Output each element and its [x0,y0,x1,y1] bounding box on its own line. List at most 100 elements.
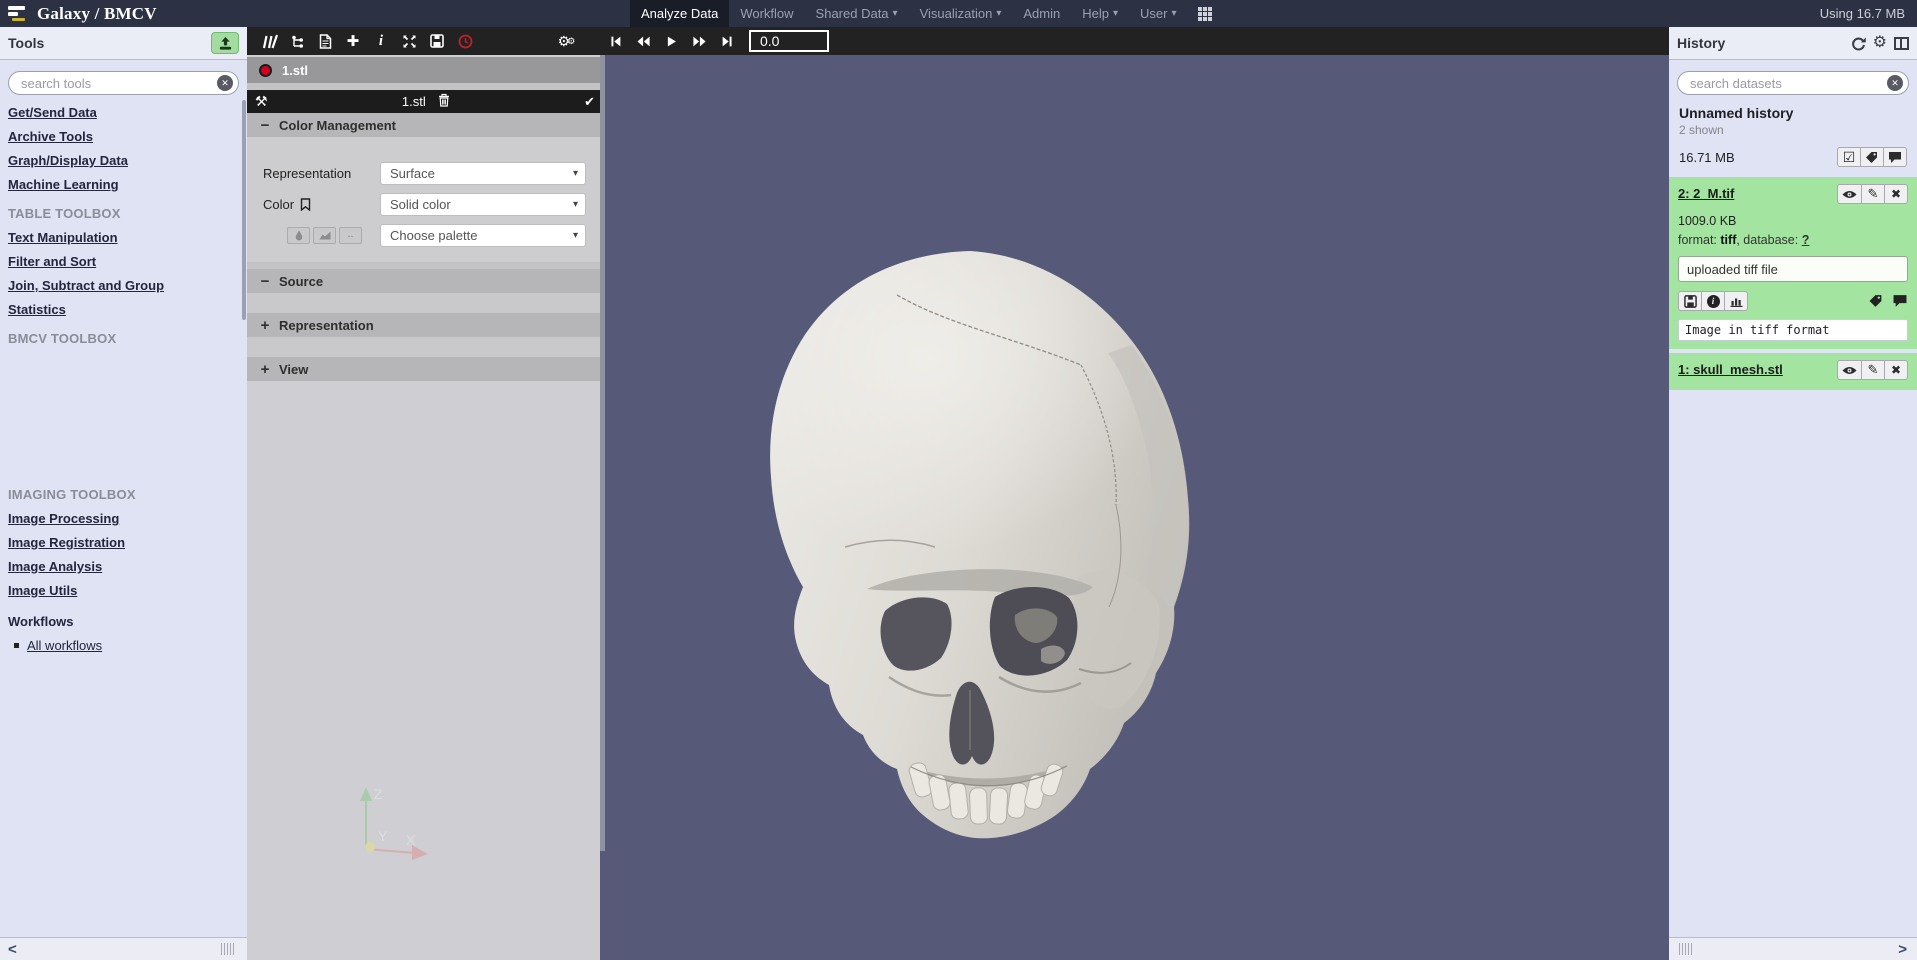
caret-down-icon: ▾ [996,9,1001,19]
dataset-info-field[interactable] [1678,319,1908,341]
dataset-title[interactable]: 1: skull_mesh.stl [1678,360,1783,377]
tools-wrench-icon[interactable]: ⚒ [255,93,268,110]
dataset-title[interactable]: 2: 2_M.tif [1678,184,1734,201]
info-icon: i [1707,295,1720,308]
history-panel-body: ✕ Unnamed history 2 shown 16.71 MB ☑ [1669,60,1917,937]
color-select[interactable]: Solid color ▾ [381,194,585,215]
layer-badge-row[interactable]: 1.stl [247,57,605,83]
display-eye-button[interactable] [1837,184,1862,204]
clear-search-icon[interactable]: ✕ [1887,75,1903,91]
select-items-button[interactable]: ☑ [1837,147,1861,167]
delete-button[interactable]: ✖ [1884,184,1908,204]
dataset-info-button[interactable]: i [1701,291,1725,311]
tool-section-get-send-data[interactable]: Get/Send Data [8,105,239,120]
dataset-tags-icon[interactable] [1868,294,1884,308]
history-options-gear-icon[interactable]: ⚙ [1873,35,1887,51]
dataset-search-input[interactable] [1677,71,1909,95]
refresh-icon[interactable] [1851,36,1866,51]
skip-end-icon[interactable] [713,27,741,55]
resize-grip-icon[interactable] [221,943,235,955]
file-icon[interactable] [311,27,339,55]
check-icon[interactable]: ✔ [584,94,595,110]
histogram-button[interactable] [313,227,336,244]
dataset-comment-icon[interactable] [1892,294,1908,308]
disk-usage: Using 16.7 MB [1820,0,1905,27]
tool-section-text-manipulation[interactable]: Text Manipulation [8,230,239,245]
tools-panel-footer: < [0,937,247,960]
trash-icon[interactable] [438,93,450,110]
tab-shared-data[interactable]: Shared Data▾ [805,0,909,27]
settings-gears-icon[interactable]: ⚙⚙ [551,27,579,55]
tab-visualization[interactable]: Visualization▾ [909,0,1013,27]
info-icon[interactable]: i [367,27,395,55]
edit-pencil-button[interactable]: ✎ [1861,184,1885,204]
timer-clock-icon[interactable] [451,27,479,55]
tool-section-join-subtract-group[interactable]: Join, Subtract and Group [8,278,239,293]
tab-help[interactable]: Help▾ [1071,0,1129,27]
fullscreen-expand-icon[interactable] [395,27,423,55]
tool-section-image-registration[interactable]: Image Registration [8,535,239,550]
windows-grid-icon[interactable] [1198,7,1212,21]
tool-search-input[interactable] [8,71,239,95]
resize-grip-icon[interactable] [1679,943,1693,955]
bmcv-toolbox-header: BMCV TOOLBOX [8,331,239,346]
dataset-card[interactable]: 2: 2_M.tif ✎ ✖ 1009.0 KB format: tiff, d… [1669,177,1917,349]
tool-section-image-processing[interactable]: Image Processing [8,511,239,526]
section-representation[interactable]: + Representation [247,313,605,337]
masthead-menu: Analyze Data Workflow Shared Data▾ Visua… [630,0,1212,27]
tool-section-graph-display-data[interactable]: Graph/Display Data [8,153,239,168]
tab-analyze-data[interactable]: Analyze Data [630,0,729,27]
history-name[interactable]: Unnamed history [1679,105,1907,121]
rewind-icon[interactable] [629,27,657,55]
skip-start-icon[interactable] [601,27,629,55]
tool-section-image-analysis[interactable]: Image Analysis [8,559,239,574]
masthead: Galaxy / BMCV Analyze Data Workflow Shar… [0,0,1917,27]
collapse-right-panel-icon[interactable]: > [1890,942,1915,957]
range-button[interactable]: -- [339,227,362,244]
galaxy-brand[interactable]: Galaxy / BMCV [0,4,157,24]
display-eye-button[interactable] [1837,360,1862,380]
section-color-management[interactable]: − Color Management [247,113,605,137]
workflow-tree-icon[interactable] [283,27,311,55]
visualize-chart-button[interactable] [1724,291,1748,311]
fast-forward-icon[interactable] [685,27,713,55]
droplet-icon [295,230,303,241]
save-icon[interactable] [423,27,451,55]
skull-3d-render[interactable] [749,245,1199,845]
time-input[interactable]: 0.0 [749,30,829,52]
tab-user[interactable]: User▾ [1129,0,1187,27]
play-icon[interactable] [657,27,685,55]
imaging-toolbox-header: IMAGING TOOLBOX [8,487,239,502]
clear-search-icon[interactable]: ✕ [217,75,233,91]
history-tags-button[interactable] [1860,147,1884,167]
dataset-database[interactable]: ? [1802,233,1810,247]
droplet-button[interactable] [287,227,310,244]
edit-pencil-button[interactable]: ✎ [1861,360,1885,380]
section-view[interactable]: + View [247,357,605,381]
multi-history-columns-icon[interactable] [1894,37,1909,50]
representation-select[interactable]: Surface ▾ [381,163,585,184]
all-workflows-item[interactable]: All workflows [14,638,239,653]
tool-section-statistics[interactable]: Statistics [8,302,239,317]
table-toolbox-header: TABLE TOOLBOX [8,206,239,221]
delete-button[interactable]: ✖ [1884,360,1908,380]
upload-button[interactable] [211,32,239,54]
galaxy-logo-icon [8,5,30,22]
charts-icon[interactable] [255,27,283,55]
history-annotation-button[interactable] [1883,147,1907,167]
tool-section-archive-tools[interactable]: Archive Tools [8,129,239,144]
add-icon[interactable]: ✚ [339,27,367,55]
config-scrollbar[interactable] [600,55,605,960]
section-source[interactable]: − Source [247,269,605,293]
palette-select[interactable]: Choose palette ▾ [381,225,585,246]
tools-scrollbar[interactable] [242,100,246,320]
collapse-left-panel-icon[interactable]: < [0,942,25,957]
download-save-button[interactable] [1678,291,1702,311]
tab-admin[interactable]: Admin [1012,0,1071,27]
record-dot-icon [259,64,272,77]
tab-workflow[interactable]: Workflow [729,0,804,27]
dataset-card[interactable]: 1: skull_mesh.stl ✎ ✖ [1669,353,1917,390]
tool-section-filter-and-sort[interactable]: Filter and Sort [8,254,239,269]
tool-section-machine-learning[interactable]: Machine Learning [8,177,239,192]
tool-section-image-utils[interactable]: Image Utils [8,583,239,598]
